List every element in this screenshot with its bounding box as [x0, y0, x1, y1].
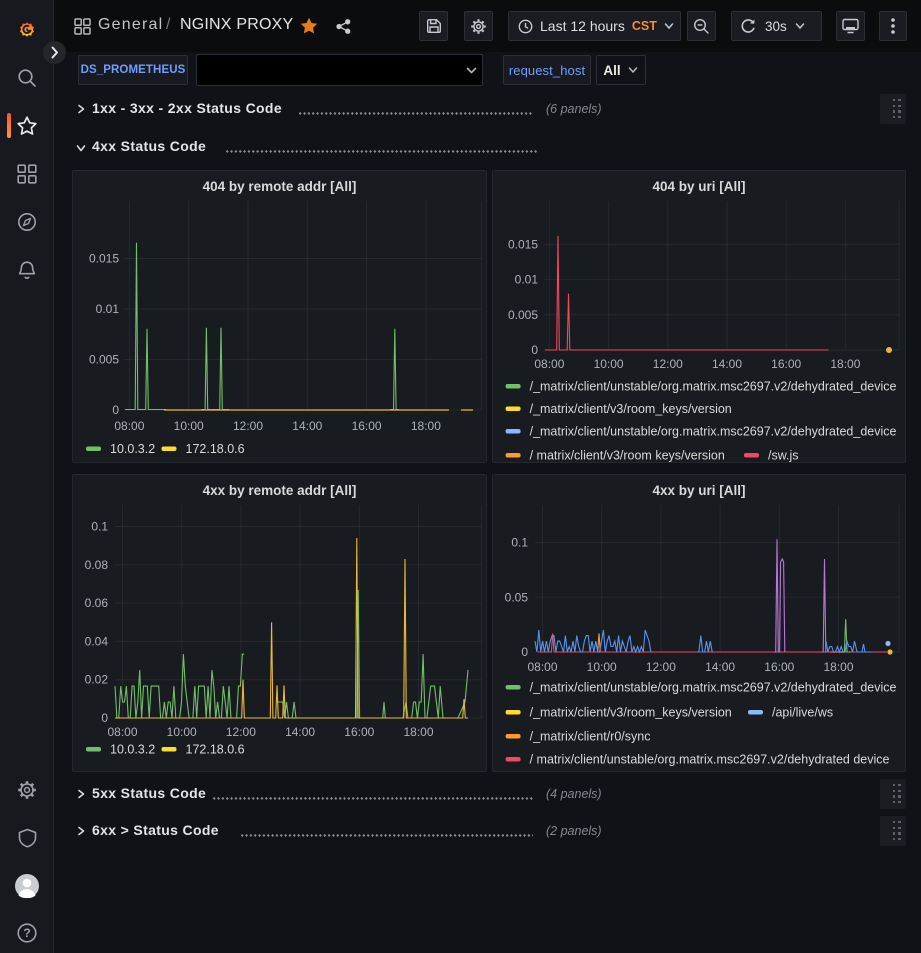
svg-text:/api/live/ws: /api/live/ws [772, 706, 833, 720]
svg-text:/ matrix/client/v3/room keys/v: / matrix/client/v3/room keys/version [530, 449, 725, 463]
svg-text:/ matrix/client/unstable/org.m: / matrix/client/unstable/org.matrix.msc2… [530, 753, 890, 767]
svg-text:18:00: 18:00 [403, 725, 433, 739]
svg-text:08:00: 08:00 [107, 725, 137, 739]
svg-text:0.08: 0.08 [85, 558, 109, 572]
svg-text:0.05: 0.05 [505, 590, 529, 604]
svg-text:10:00: 10:00 [167, 725, 197, 739]
svg-text:172.18.0.6: 172.18.0.6 [186, 442, 245, 456]
svg-text:14:00: 14:00 [705, 660, 735, 674]
svg-text:10:00: 10:00 [594, 357, 624, 371]
svg-text:0.02: 0.02 [85, 673, 109, 687]
svg-text:12:00: 12:00 [653, 357, 683, 371]
svg-text:18:00: 18:00 [411, 419, 441, 433]
svg-text:?: ? [23, 926, 30, 940]
svg-text:0: 0 [531, 343, 538, 357]
svg-text:0.1: 0.1 [511, 536, 528, 550]
svg-text:0: 0 [101, 711, 108, 725]
svg-text:0.04: 0.04 [85, 634, 109, 648]
svg-text:12:00: 12:00 [646, 660, 676, 674]
svg-text:/_matrix/client/v3/room_keys/v: /_matrix/client/v3/room_keys/version [530, 402, 732, 416]
svg-text:16:00: 16:00 [344, 725, 374, 739]
svg-text:16:00: 16:00 [764, 660, 794, 674]
svg-text:0.01: 0.01 [96, 302, 120, 316]
svg-text:12:00: 12:00 [226, 725, 256, 739]
svg-text:08:00: 08:00 [114, 419, 144, 433]
svg-text:0.005: 0.005 [508, 308, 538, 322]
svg-text:10.0.3.2: 10.0.3.2 [110, 743, 155, 757]
svg-text:/_matrix/client/unstable/org.m: /_matrix/client/unstable/org.matrix.msc2… [530, 681, 897, 695]
svg-text:0: 0 [521, 645, 528, 659]
svg-text:14:00: 14:00 [292, 419, 322, 433]
svg-text:/_matrix/client/unstable/org.m: /_matrix/client/unstable/org.matrix.msc2… [530, 380, 897, 394]
svg-text:/_matrix/client/unstable/org.m: /_matrix/client/unstable/org.matrix.msc2… [530, 425, 897, 439]
svg-text:0.06: 0.06 [85, 596, 109, 610]
svg-text:16:00: 16:00 [352, 419, 382, 433]
svg-text:/sw.js: /sw.js [768, 449, 799, 463]
svg-text:0: 0 [112, 403, 119, 417]
svg-text:0.1: 0.1 [91, 520, 108, 534]
svg-text:10:00: 10:00 [587, 660, 617, 674]
svg-text:08:00: 08:00 [534, 357, 564, 371]
svg-text:0.01: 0.01 [515, 273, 539, 287]
svg-text:14:00: 14:00 [712, 357, 742, 371]
svg-text:18:00: 18:00 [823, 660, 853, 674]
svg-text:0.015: 0.015 [89, 252, 119, 266]
svg-text:14:00: 14:00 [285, 725, 315, 739]
svg-text:08:00: 08:00 [527, 660, 557, 674]
svg-text:/_matrix/client/v3/room_keys/v: /_matrix/client/v3/room_keys/version [530, 706, 732, 720]
svg-text:10:00: 10:00 [174, 419, 204, 433]
svg-text:16:00: 16:00 [771, 357, 801, 371]
svg-text:172.18.0.6: 172.18.0.6 [186, 743, 245, 757]
svg-text:0.015: 0.015 [508, 237, 538, 251]
svg-text:/_matrix/client/r0/sync: /_matrix/client/r0/sync [530, 730, 651, 744]
svg-text:0.005: 0.005 [89, 353, 119, 367]
svg-text:12:00: 12:00 [233, 419, 263, 433]
svg-text:10.0.3.2: 10.0.3.2 [110, 442, 155, 456]
svg-text:18:00: 18:00 [830, 357, 860, 371]
